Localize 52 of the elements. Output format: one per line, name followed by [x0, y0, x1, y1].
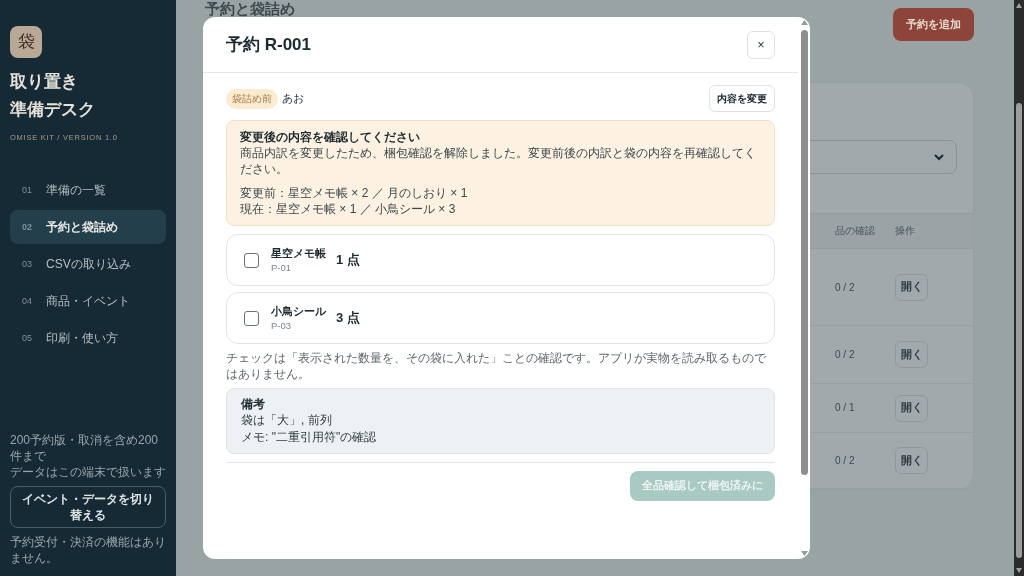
- item-checkbox[interactable]: [244, 310, 259, 326]
- dialog-title: 予約 R-001: [226, 33, 312, 56]
- nav-item[interactable]: 03 CSVの取り込み: [10, 247, 166, 282]
- scroll-down-icon: [800, 551, 808, 556]
- open-button[interactable]: 開く: [895, 273, 928, 301]
- progress-cell-text: 0 / 2: [835, 280, 856, 295]
- remarks-text: メモ: "二重引用符"の確認: [241, 429, 378, 446]
- status-badge: 袋詰め前: [226, 88, 278, 109]
- item-code: P-03: [271, 319, 293, 333]
- storage-note: データはこの端末で扱います: [10, 464, 166, 480]
- scroll-down-icon: [1016, 568, 1022, 573]
- item-code: P-01: [271, 261, 293, 275]
- nav-item[interactable]: 04 商品・イベント: [10, 284, 166, 319]
- progress-cell-text: 0 / 1: [835, 401, 856, 416]
- remarks-heading: 備考: [241, 396, 266, 412]
- item-name: 小鳥シール: [271, 304, 326, 319]
- nav-item[interactable]: 02 予約と袋詰め: [10, 210, 166, 245]
- column-header: 品の確認: [835, 224, 876, 239]
- alert-heading: 変更後の内容を確認してください: [240, 129, 421, 145]
- item-name: 星空メモ帳: [271, 246, 326, 261]
- progress-cell-text: 0 / 2: [835, 347, 856, 362]
- nav-item[interactable]: 05 印刷・使い方: [10, 321, 166, 356]
- column-header: 操作: [895, 224, 916, 239]
- chevron-down-icon: [934, 152, 944, 161]
- customer-name: あお: [282, 91, 304, 107]
- page-title: 予約と袋詰め: [205, 0, 295, 17]
- progress-cell-text: 0 / 2: [835, 454, 856, 469]
- item-quantity: 1 点: [336, 251, 360, 270]
- open-button[interactable]: 開く: [895, 340, 928, 368]
- item-checkbox[interactable]: [244, 252, 259, 268]
- app-title: 準備デスク: [10, 99, 96, 121]
- current-items: 現在：星空メモ帳 × 1 ／ 小鳥シール × 3: [240, 201, 457, 217]
- edit-button[interactable]: 内容を変更: [709, 85, 775, 112]
- nav-item[interactable]: 01 準備の一覧: [10, 173, 166, 208]
- close-button[interactable]: ×: [747, 30, 775, 59]
- app-title: 取り置き: [10, 71, 79, 93]
- open-button[interactable]: 開く: [895, 447, 928, 475]
- scrollbar-thumb[interactable]: [800, 30, 808, 475]
- switch-data-button[interactable]: イベント・データを切り替える: [10, 486, 166, 528]
- check-note: チェックは「表示された数量を、その袋に入れた」ことの確認です。アプリが実物を読み取るものではありません。: [226, 350, 767, 382]
- remarks-text: 袋は「大」, 前列: [241, 412, 333, 429]
- open-button[interactable]: 開く: [895, 394, 928, 422]
- item-quantity: 3 点: [336, 309, 360, 328]
- add-reservation-button[interactable]: 予約を追加: [893, 8, 974, 41]
- scrollbar-thumb[interactable]: [1016, 103, 1022, 558]
- feature-note: 予約受付・決済の機能はありません。: [10, 534, 166, 566]
- before-items: 変更前：星空メモ帳 × 2 ／ 月のしおり × 1: [240, 185, 469, 201]
- scroll-up-icon: [1016, 3, 1022, 8]
- storage-note: 200予約版・取消を含め200件まで: [10, 432, 160, 464]
- alert-message: 商品内訳を変更したため、梱包確認を解除しました。変更前後の内訳と袋の内容を再確認してください。: [240, 145, 757, 177]
- scroll-up-icon: [800, 20, 808, 25]
- logo-icon: 袋: [10, 26, 42, 58]
